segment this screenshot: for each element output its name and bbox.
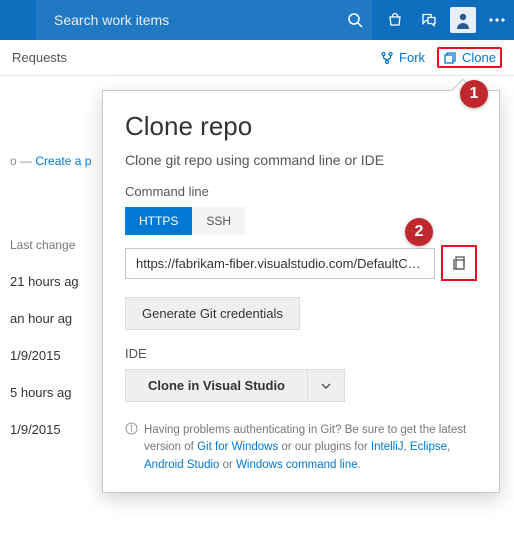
clone-label: Clone [462,50,496,65]
page-title: Requests [12,50,368,65]
annotation-badge-2: 2 [405,218,433,246]
fork-label: Fork [399,50,425,65]
help-text: Having problems authenticating in Git? B… [125,422,477,474]
fork-icon [380,51,394,65]
clone-button[interactable]: Clone [437,47,502,68]
clone-icon [443,51,457,65]
generate-credentials-button[interactable]: Generate Git credentials [125,297,300,330]
clone-repo-panel: Clone repo Clone git repo using command … [102,90,500,493]
panel-title: Clone repo [125,111,477,142]
search-input[interactable] [54,12,338,28]
fork-button[interactable]: Fork [380,50,425,65]
link-android-studio[interactable]: Android Studio [144,459,219,471]
search-icon[interactable] [338,0,372,40]
link-eclipse[interactable]: Eclipse [410,441,447,453]
more-icon[interactable] [480,0,514,40]
link-windows-cmd[interactable]: Windows command line [236,459,357,471]
feedback-icon[interactable] [412,0,446,40]
annotation-badge-1: 1 [460,80,488,108]
copy-button[interactable] [448,252,470,274]
chevron-down-icon [320,380,332,392]
ide-dropdown-toggle[interactable] [308,369,345,402]
tab-https[interactable]: HTTPS [125,207,192,235]
info-icon [125,422,138,474]
panel-subtitle: Clone git repo using command line or IDE [125,152,477,168]
tab-ssh[interactable]: SSH [192,207,245,235]
breadcrumb-link[interactable]: Create a p [35,154,91,168]
avatar[interactable] [446,0,480,40]
command-line-label: Command line [125,184,477,199]
clone-url-input[interactable]: https://fabrikam-fiber.visualstudio.com/… [125,248,435,279]
shop-icon[interactable] [378,0,412,40]
clone-in-ide-button[interactable]: Clone in Visual Studio [125,369,308,402]
link-intellij[interactable]: IntelliJ [371,441,404,453]
link-git-windows[interactable]: Git for Windows [197,441,278,453]
ide-label: IDE [125,346,477,361]
copy-icon [451,255,467,271]
search-box[interactable] [36,0,372,40]
